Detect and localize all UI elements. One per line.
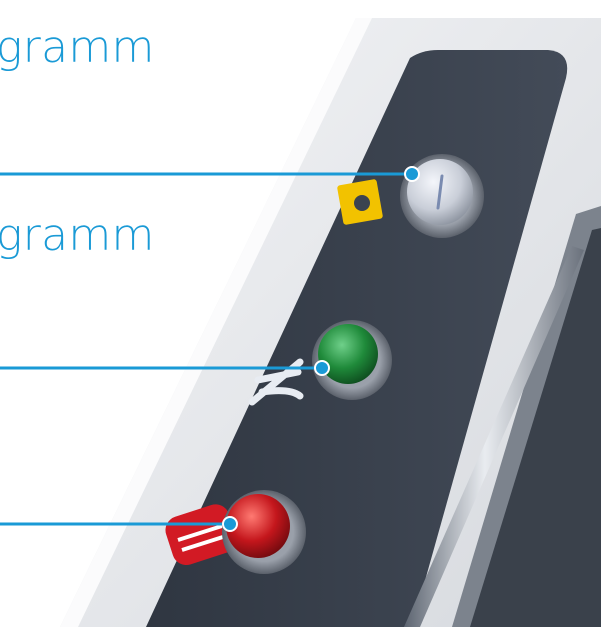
leader-dot-3	[222, 516, 238, 532]
leader-dot-1	[404, 166, 420, 182]
caption-program-1: gramm	[0, 22, 155, 73]
leader-dot-2	[314, 360, 330, 376]
control-panel-artwork	[0, 18, 601, 627]
coolant-button	[318, 324, 378, 384]
caption-program-2: gramm	[0, 210, 155, 261]
product-illustration: gramm gramm	[0, 0, 601, 627]
